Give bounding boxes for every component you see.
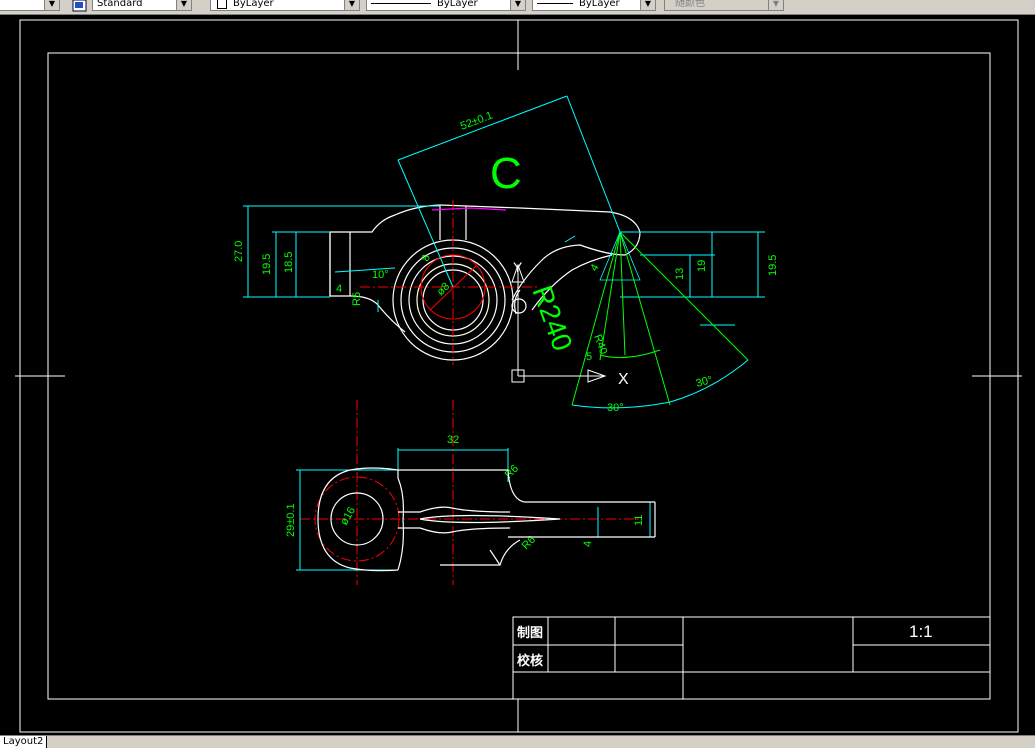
annotation-c: C (490, 149, 522, 198)
drawing-svg[interactable]: 制图 校核 1:1 52±0.1 27.0 19.5 18.5 10° 4 R5… (0, 15, 1035, 735)
text-style-dropdown[interactable]: Standard ▼ (92, 0, 192, 11)
dim-19-5-left: 19.5 (261, 254, 273, 275)
text-style-icon[interactable] (72, 0, 88, 12)
properties-toolbar: ▼ Standard ▼ ByLayer ▼ ByLayer ▼ ByLayer… (0, 0, 1035, 15)
dim-4-left: 4 (336, 283, 342, 295)
chevron-down-icon[interactable]: ▼ (176, 0, 191, 10)
dim-18-5: 18.5 (283, 252, 295, 273)
color-swatch-icon (217, 0, 227, 9)
dim-8: 8 (420, 253, 433, 263)
drawn-by-label: 制图 (517, 625, 543, 640)
ucs-y-label: Y (513, 259, 523, 275)
drawing-canvas[interactable]: 制图 校核 1:1 52±0.1 27.0 19.5 18.5 10° 4 R5… (0, 15, 1035, 735)
dim-r6: R6 (503, 463, 521, 481)
top-edge-highlight (431, 207, 507, 211)
lineweight-value: ByLayer (579, 0, 620, 9)
plotstyle-dropdown: 随颜色 ▼ (664, 0, 784, 11)
text-style-value: Standard (97, 0, 143, 9)
chevron-down-icon[interactable]: ▼ (640, 0, 655, 10)
dim-30deg-a: 30° (607, 402, 624, 414)
dim-30deg-b: 30° (695, 374, 714, 390)
ucs-x-label: X (618, 371, 629, 388)
dim-52: 52±0.1 (459, 110, 495, 133)
dim-13: 13 (674, 268, 686, 280)
dim-32: 32 (447, 434, 459, 446)
plotstyle-value: 随颜色 (675, 0, 705, 9)
dim-27: 27.0 (233, 241, 245, 262)
lineweight-preview (537, 3, 573, 4)
scale-value: 1:1 (909, 622, 933, 641)
dim-4-bottom: 4 (582, 541, 594, 547)
linetype-preview (371, 3, 431, 4)
chevron-down-icon: ▼ (768, 0, 783, 10)
lineweight-dropdown[interactable]: ByLayer ▼ (532, 0, 656, 11)
dim-19: 19 (696, 260, 708, 272)
color-dropdown[interactable]: ByLayer ▼ (210, 0, 360, 11)
color-value: ByLayer (233, 0, 274, 9)
dim-phi16: ø16 (338, 505, 358, 527)
dim-phi8: ø8 (435, 281, 453, 299)
linetype-value: ByLayer (437, 0, 478, 9)
chevron-down-icon[interactable]: ▼ (344, 0, 359, 10)
dim-4-right: 4 (588, 262, 601, 273)
dim-10deg: 10° (372, 269, 389, 281)
dim-5: 5 (586, 351, 592, 363)
toolbar-combo-left[interactable]: ▼ (0, 0, 60, 11)
dim-29: 29±0.1 (285, 503, 297, 537)
tab-layout2[interactable]: Layout2 (0, 736, 48, 748)
chevron-down-icon[interactable]: ▼ (44, 0, 59, 10)
checked-by-label: 校核 (517, 653, 543, 668)
dim-11: 11 (633, 515, 645, 526)
chevron-down-icon[interactable]: ▼ (510, 0, 525, 10)
dim-r40: R40 (591, 333, 609, 356)
annotation-r240: R240 (526, 281, 578, 355)
r40-arc (571, 359, 749, 409)
layout-tab-bar: Layout2 (0, 735, 1035, 748)
dim-19-5-right: 19.5 (767, 255, 779, 276)
linetype-dropdown[interactable]: ByLayer ▼ (366, 0, 526, 11)
dim-r5: R5 (351, 292, 363, 306)
centerlines (300, 200, 640, 585)
